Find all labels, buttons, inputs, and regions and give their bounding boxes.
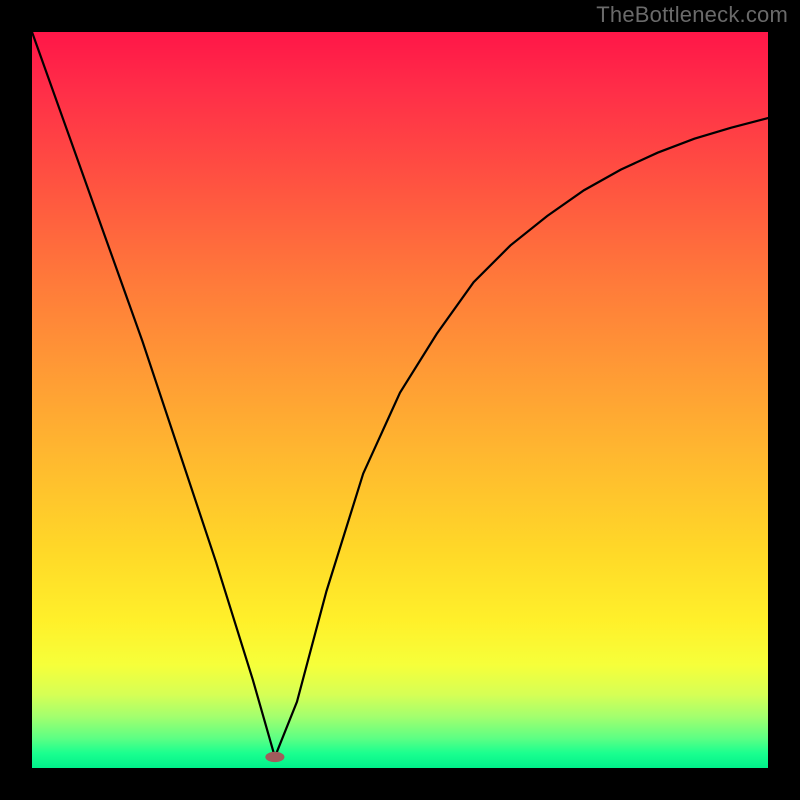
minimum-marker: [265, 752, 284, 762]
curve-left: [32, 32, 275, 757]
watermark-text: TheBottleneck.com: [596, 2, 788, 28]
chart-frame: TheBottleneck.com: [0, 0, 800, 800]
curve-svg: [32, 32, 768, 768]
plot-area: [32, 32, 768, 768]
curve-right: [275, 118, 768, 757]
